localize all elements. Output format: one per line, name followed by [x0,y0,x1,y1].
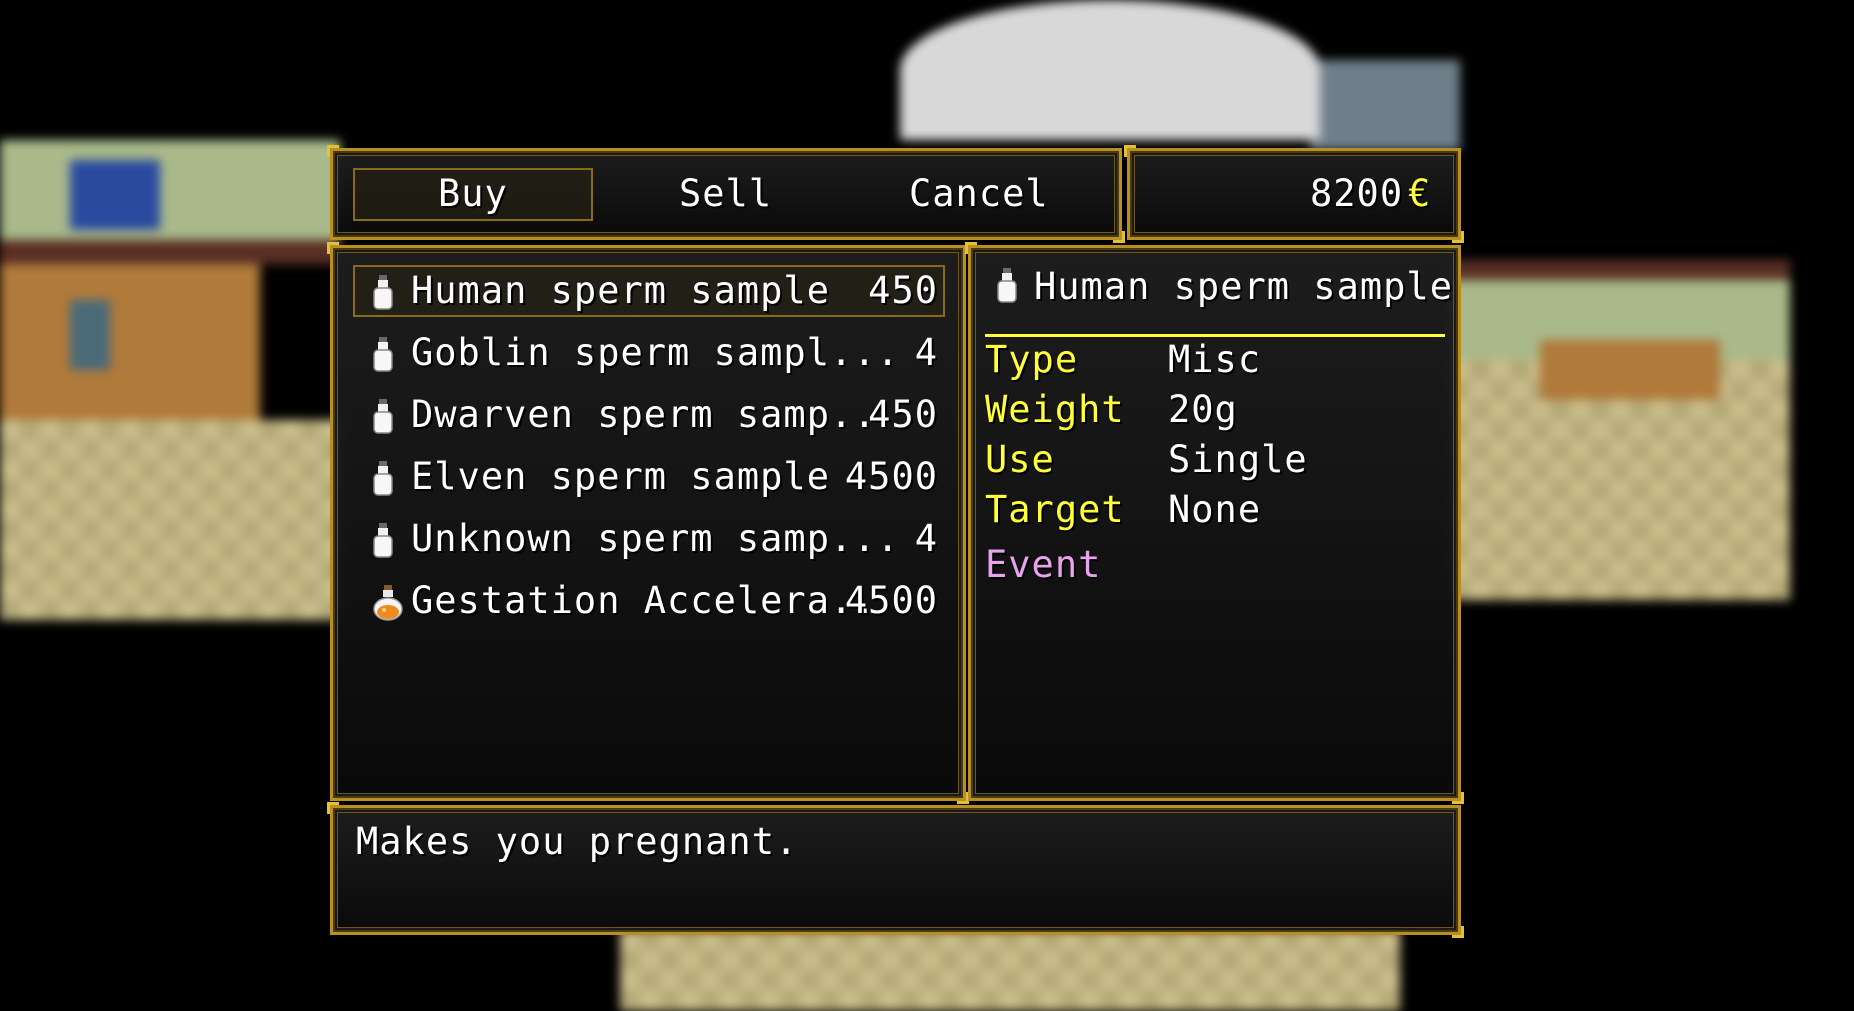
currency-unit: € [1408,172,1432,215]
item-row[interactable]: Dwarven sperm samp.. 450 [368,391,938,443]
item-price: 450 [868,393,938,436]
detail-label-event: Event [985,543,1102,586]
sell-button[interactable]: Sell [679,172,772,215]
item-name: Elven sperm sample [411,455,830,498]
white-bottle-icon [372,523,400,563]
buy-button[interactable]: Buy [438,172,508,215]
item-name: Unknown sperm samp... [411,517,900,560]
white-bottle-icon [372,275,400,315]
item-price: 450 [868,269,938,312]
item-name: Gestation Accelera.. [411,579,877,622]
detail-label-weight: Weight [985,388,1125,431]
item-name: Dwarven sperm samp.. [411,393,877,436]
white-bottle-icon [372,399,400,439]
item-row[interactable]: Gestation Accelera.. 4500 [368,577,938,629]
detail-separator [985,334,1445,337]
item-price: 4500 [844,579,938,622]
item-price: 4500 [844,455,938,498]
detail-label-type: Type [985,338,1079,381]
item-price: 4 [914,517,938,560]
orange-potion-icon [372,585,403,625]
item-name: Human sperm sample [411,269,830,312]
help-text: Makes you pregnant. [356,820,799,863]
detail-title: Human sperm sample [1034,265,1453,308]
item-row[interactable]: Goblin sperm sampl... 4 [368,329,938,381]
item-price: 4 [914,331,938,374]
white-bottle-icon [372,461,400,501]
detail-value-target: None [1168,488,1262,531]
detail-label-target: Target [985,488,1125,531]
item-row[interactable]: Unknown sperm samp... 4 [368,515,938,567]
white-bottle-icon [372,337,400,377]
white-bottle-icon [997,268,1017,303]
detail-value-type: Misc [1168,338,1262,381]
detail-label-use: Use [985,438,1055,481]
cancel-button[interactable]: Cancel [909,172,1049,215]
item-name: Goblin sperm sampl... [411,331,900,374]
detail-value-use: Single [1168,438,1308,481]
item-row[interactable]: Elven sperm sample 4500 [368,453,938,505]
detail-value-weight: 20g [1168,388,1238,431]
gold-amount: 8200 [1310,172,1404,215]
item-row[interactable]: Human sperm sample 450 [368,267,938,319]
